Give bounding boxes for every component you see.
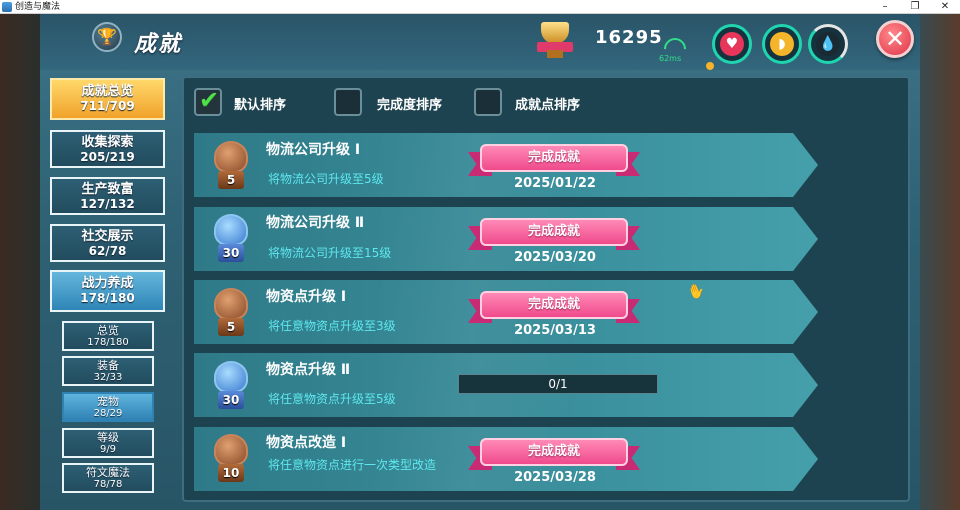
blue-medal-icon: 30 (208, 359, 254, 413)
category-collect[interactable]: 收集探索 205/219 (50, 130, 165, 168)
bronze-medal-icon: 10 (208, 432, 254, 486)
health-ring[interactable]: ♥ (712, 24, 752, 64)
category-count: 127/132 (80, 197, 135, 211)
category-count: 178/180 (80, 291, 135, 305)
category-label: 成就总览 (81, 84, 134, 99)
medal-level: 5 (226, 320, 236, 334)
subcategory-rune-magic[interactable]: 符文魔法 78/78 (62, 463, 154, 493)
medal-level: 30 (222, 393, 240, 407)
medal-level: 30 (222, 246, 240, 260)
subcategory-count: 28/29 (93, 408, 123, 419)
subcategory-count: 9/9 (99, 444, 117, 455)
window-close-button[interactable]: ✕ (930, 0, 960, 14)
close-button[interactable]: ✕ (876, 20, 914, 58)
window-titlebar: 创造与魔法 – ❐ ✕ (0, 0, 960, 14)
heart-icon: ♥ (725, 36, 739, 52)
sort-points-label: 成就点排序 (515, 98, 581, 113)
subcategory-pet[interactable]: 宠物 28/29 (62, 392, 154, 422)
category-production[interactable]: 生产致富 127/132 (50, 177, 165, 215)
completed-label: 完成成就 (527, 150, 580, 165)
achievement-name: 物流公司升级 Ⅰ (266, 142, 361, 158)
subcategory-label: 装备 (97, 359, 119, 372)
completion-date: 2025/03/28 (514, 470, 596, 485)
achievement-desc: 将物流公司升级至5级 (268, 172, 384, 186)
ping-value: 62ms (659, 54, 682, 63)
gold-cup-icon (533, 20, 577, 60)
category-label: 战力养成 (81, 276, 134, 291)
completion-date: 2025/03/13 (514, 323, 596, 338)
sort-completion-checkbox[interactable] (334, 88, 362, 116)
completed-banner: 完成成就 (468, 216, 640, 252)
achievement-desc: 将任意物资点升级至3级 (268, 319, 396, 333)
bronze-medal-icon: 5 (208, 286, 254, 340)
completion-date: 2025/03/20 (514, 250, 596, 265)
achievement-desc: 将物流公司升级至15级 (268, 246, 392, 260)
category-label: 社交展示 (81, 229, 134, 244)
subcategory-label: 宠物 (97, 395, 119, 408)
achievement-points: 16295 (595, 27, 663, 48)
subcategory-label: 总览 (97, 324, 119, 337)
minimize-button[interactable]: – (870, 0, 900, 14)
sort-default-checkbox[interactable]: ✔ (194, 86, 222, 116)
subcategory-count: 78/78 (93, 479, 123, 490)
food-icon: ◗ (778, 36, 786, 52)
app-icon (2, 2, 12, 12)
progress-text: 0/1 (548, 377, 568, 391)
blue-medal-icon: 30 (208, 212, 254, 266)
category-combat[interactable]: 战力养成 178/180 (50, 270, 165, 312)
subcategory-label: 符文魔法 (86, 466, 130, 479)
thirst-ring[interactable]: 💧 (808, 24, 848, 64)
subcategory-overview[interactable]: 总览 178/180 (62, 321, 154, 351)
category-overview[interactable]: 成就总览 711/709 (50, 78, 165, 120)
hunger-ring[interactable]: ◗ (762, 24, 802, 64)
medal-level: 10 (222, 466, 240, 480)
category-count: 62/78 (88, 244, 127, 258)
category-label: 收集探索 (81, 135, 134, 150)
completed-label: 完成成就 (527, 297, 580, 312)
achievement-name: 物流公司升级 Ⅱ (266, 215, 365, 231)
completed-banner: 完成成就 (468, 142, 640, 178)
restore-button[interactable]: ❐ (900, 0, 930, 14)
trophy-icon: 🏆 (92, 22, 122, 52)
water-drop-icon: 💧 (819, 36, 837, 52)
medal-level: 5 (226, 173, 236, 187)
completed-banner: 完成成就 (468, 436, 640, 472)
bronze-medal-icon: 5 (208, 139, 254, 193)
sort-default-label: 默认排序 (234, 98, 287, 113)
achievement-name: 物资点升级 Ⅰ (266, 289, 347, 305)
achievement-desc: 将任意物资点进行一次类型改造 (268, 458, 437, 472)
category-count: 205/219 (80, 150, 135, 164)
sort-completion-label: 完成度排序 (377, 98, 443, 113)
completed-label: 完成成就 (527, 444, 580, 459)
category-count: 711/709 (80, 99, 135, 113)
checkmark-icon: ✔ (199, 86, 220, 114)
window-title: 创造与魔法 (15, 2, 61, 12)
completed-label: 完成成就 (527, 224, 580, 239)
achievement-progress-bar: 0/1 (458, 374, 658, 394)
subcategory-equipment[interactable]: 装备 32/33 (62, 356, 154, 386)
health-indicator-dot (706, 62, 714, 70)
achievement-name: 物资点升级 Ⅱ (266, 362, 351, 378)
subcategory-level[interactable]: 等级 9/9 (62, 428, 154, 458)
completed-banner: 完成成就 (468, 289, 640, 325)
category-label: 生产致富 (81, 182, 134, 197)
achievement-desc: 将任意物资点升级至5级 (268, 392, 396, 406)
page-title: 成就 (134, 32, 183, 57)
close-icon: ✕ (884, 25, 906, 53)
subcategory-count: 178/180 (87, 337, 129, 348)
achievement-name: 物资点改造 Ⅰ (266, 435, 347, 451)
subcategory-count: 32/33 (93, 372, 123, 383)
category-social[interactable]: 社交展示 62/78 (50, 224, 165, 262)
completion-date: 2025/01/22 (514, 176, 596, 191)
subcategory-label: 等级 (97, 431, 119, 444)
sort-points-checkbox[interactable] (474, 88, 502, 116)
